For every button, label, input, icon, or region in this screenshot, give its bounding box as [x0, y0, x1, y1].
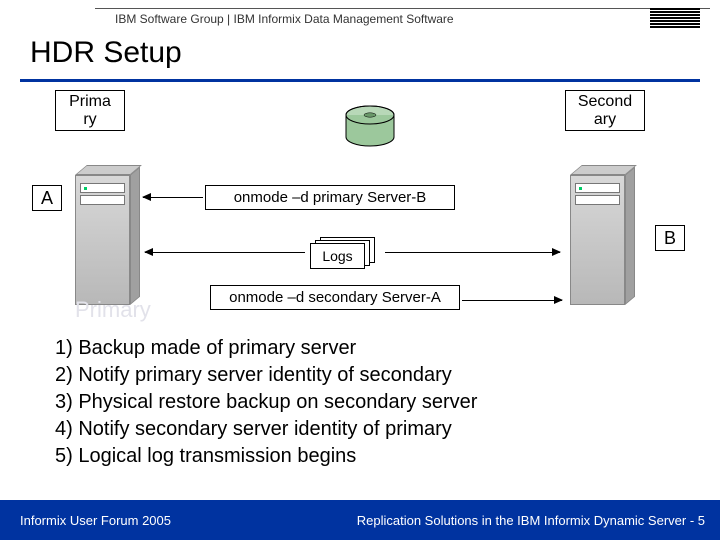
- primary-label: Prima ry: [69, 93, 111, 128]
- logs-label: Logs: [310, 243, 365, 269]
- primary-ghost-label: Primary: [75, 297, 151, 323]
- step-3: 3) Physical restore backup on secondary …: [55, 389, 680, 416]
- step-2: 2) Notify primary server identity of sec…: [55, 362, 680, 389]
- secondary-label-box: Second ary: [565, 90, 645, 131]
- breadcrumb: IBM Software Group | IBM Informix Data M…: [115, 12, 454, 26]
- secondary-label: Second ary: [578, 93, 632, 128]
- step-5: 5) Logical log transmission begins: [55, 443, 680, 470]
- header-rule: [95, 8, 710, 9]
- page-title: HDR Setup: [30, 36, 690, 70]
- title-block: HDR Setup: [20, 32, 700, 82]
- arrow-logs-right: [385, 252, 560, 253]
- arrow-logs-left: [145, 252, 305, 253]
- arrow-cmd2-right: [462, 300, 562, 301]
- footer-right: Replication Solutions in the IBM Informi…: [357, 513, 705, 528]
- header-bar: IBM Software Group | IBM Informix Data M…: [0, 8, 720, 32]
- tag-b: B: [655, 225, 685, 251]
- logs-icon: Logs: [310, 237, 380, 271]
- command-primary: onmode –d primary Server-B: [205, 185, 455, 210]
- ibm-logo-icon: [650, 8, 700, 28]
- disk-icon: [345, 105, 395, 147]
- step-1: 1) Backup made of primary server: [55, 335, 680, 362]
- step-4: 4) Notify secondary server identity of p…: [55, 416, 680, 443]
- arrow-cmd1-left: [143, 197, 203, 198]
- primary-label-box: Prima ry: [55, 90, 125, 131]
- tag-a: A: [32, 185, 62, 211]
- footer-left: Informix User Forum 2005: [20, 513, 171, 528]
- command-secondary: onmode –d secondary Server-A: [210, 285, 460, 310]
- server-primary-icon: [65, 135, 155, 305]
- steps-list: 1) Backup made of primary server 2) Noti…: [55, 335, 680, 470]
- server-secondary-icon: [560, 135, 650, 305]
